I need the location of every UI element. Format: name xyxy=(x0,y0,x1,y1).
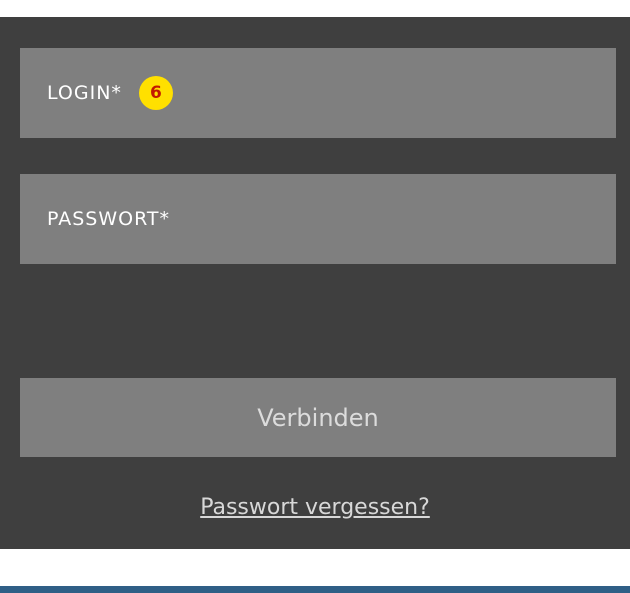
bottom-bar xyxy=(0,586,630,593)
login-panel: LOGIN* 6 PASSWORT* Verbinden Passwort ve… xyxy=(0,17,630,549)
login-field[interactable]: LOGIN* 6 xyxy=(20,48,616,138)
login-label: LOGIN* xyxy=(47,82,122,104)
page: LOGIN* 6 PASSWORT* Verbinden Passwort ve… xyxy=(0,0,630,593)
password-label: PASSWORT* xyxy=(47,208,171,230)
password-field[interactable]: PASSWORT* xyxy=(20,174,616,264)
forgot-password-link[interactable]: Passwort vergessen? xyxy=(0,495,630,520)
step-badge: 6 xyxy=(138,76,173,110)
connect-button[interactable]: Verbinden xyxy=(20,378,616,457)
